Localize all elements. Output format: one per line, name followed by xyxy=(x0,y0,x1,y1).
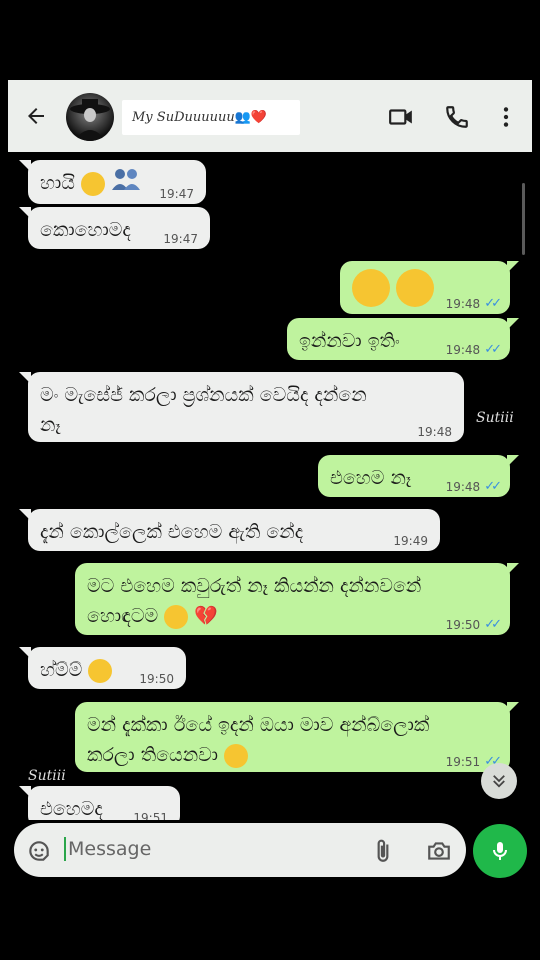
message-text: දැන් කොල්ලෙක් එහෙම ඇති නේද xyxy=(40,521,304,543)
message-time: 19:47 xyxy=(159,187,194,201)
voice-call-icon[interactable] xyxy=(444,104,470,130)
message-incoming[interactable]: හායි 19:47 xyxy=(19,160,206,204)
message-incoming[interactable]: මං මැසේජ් කරලා ප්‍රශ්නයක් වෙයිද දන්නෙ නෑ… xyxy=(19,372,464,442)
back-arrow-icon[interactable] xyxy=(24,104,48,128)
video-call-icon[interactable] xyxy=(388,104,414,130)
message-text: මං මැසේජ් කරලා ප්‍රශ්නයක් වෙයිද දන්නෙ නෑ xyxy=(40,384,367,436)
message-text: එහෙමද xyxy=(40,798,103,820)
mic-icon xyxy=(493,842,507,860)
more-options-icon[interactable] xyxy=(493,104,519,130)
camera-icon[interactable] xyxy=(426,838,452,864)
contact-name-text: My SuDuuuuuu xyxy=(132,110,235,125)
message-text: මන් දැක්කා ඊයේ ඉදන් ඔයා මාව අන්බ්ලොක් කර… xyxy=(87,714,430,766)
message-text: ඉන්නවා ඉතිං xyxy=(299,330,400,352)
read-receipt-icon: ✓✓ xyxy=(484,296,502,311)
read-receipt-icon: ✓✓ xyxy=(484,617,502,632)
watermark-signature: Sutiii xyxy=(28,768,66,784)
pleading-face-icon xyxy=(352,269,390,307)
chat-header: My SuDuuuuuu 👥❤️ xyxy=(8,80,532,152)
contact-name[interactable]: My SuDuuuuuu 👥❤️ xyxy=(122,100,300,135)
message-incoming[interactable]: එහෙමද 19:51 xyxy=(19,786,180,820)
message-text: කොහොමද xyxy=(40,219,131,241)
message-outgoing[interactable]: මන් දැක්කා ඊයේ ඉදන් ඔයා මාව අන්බ්ලොක් කර… xyxy=(75,702,519,772)
message-time: 19:47 xyxy=(163,232,198,246)
message-text: හායි xyxy=(40,172,75,194)
watermark-signature: Sutiii xyxy=(476,410,514,426)
voice-message-button[interactable] xyxy=(473,824,527,878)
attach-icon[interactable] xyxy=(370,838,396,864)
pleading-face-icon xyxy=(396,269,435,307)
smiling-face-icon xyxy=(80,171,105,196)
message-outgoing[interactable]: එහෙම නෑ 19:48 ✓✓ xyxy=(318,455,519,497)
message-time: 19:50 ✓✓ xyxy=(445,617,502,633)
message-incoming[interactable]: කොහොමද 19:47 xyxy=(19,207,210,249)
message-time: 19:48 ✓✓ xyxy=(445,296,502,312)
broken-heart-icon: 💔 xyxy=(194,605,218,627)
message-list: හායි 19:47 කොහොමද 19:47 19:48 ✓✓ ඉන්නවා ඉ… xyxy=(0,152,540,820)
contact-name-emoji: 👥❤️ xyxy=(234,110,268,125)
people-icon xyxy=(111,168,141,199)
message-outgoing[interactable]: ඉන්නවා ඉතිං 19:48 ✓✓ xyxy=(287,318,519,360)
message-outgoing[interactable]: මට එහෙම කවුරුත් නෑ කියන්න දන්නවනේ හොඳටම … xyxy=(75,563,519,635)
scroll-to-bottom-button[interactable] xyxy=(481,763,517,799)
message-time: 19:48 ✓✓ xyxy=(445,479,502,495)
contact-avatar[interactable] xyxy=(66,93,114,141)
read-receipt-icon: ✓✓ xyxy=(484,479,502,494)
smiling-face-icon xyxy=(164,604,189,629)
message-time: 19:48 ✓✓ xyxy=(445,342,502,358)
message-time: 19:51 xyxy=(133,811,168,820)
sticker-icon[interactable] xyxy=(26,838,52,864)
message-input[interactable]: Message xyxy=(64,837,151,861)
message-time: 19:49 xyxy=(393,534,428,548)
message-text: එහෙම නෑ xyxy=(330,467,412,489)
message-time: 19:50 xyxy=(139,672,174,686)
message-incoming[interactable]: දැන් කොල්ලෙක් එහෙම ඇති නේද 19:49 xyxy=(19,509,440,551)
message-outgoing[interactable]: 19:48 ✓✓ xyxy=(340,261,519,314)
read-receipt-icon: ✓✓ xyxy=(484,342,502,357)
message-input-bar: Message xyxy=(14,823,466,877)
message-text: මට එහෙම කවුරුත් නෑ කියන්න දන්නවනේ හොඳටම xyxy=(87,575,422,627)
message-time: 19:48 xyxy=(417,425,452,439)
smiling-face-icon xyxy=(224,743,249,768)
message-text: හ්ම්ම් xyxy=(40,659,83,681)
neutral-face-icon xyxy=(88,658,113,683)
message-incoming[interactable]: හ්ම්ම් 19:50 xyxy=(19,647,186,689)
double-chevron-down-icon xyxy=(493,775,505,788)
